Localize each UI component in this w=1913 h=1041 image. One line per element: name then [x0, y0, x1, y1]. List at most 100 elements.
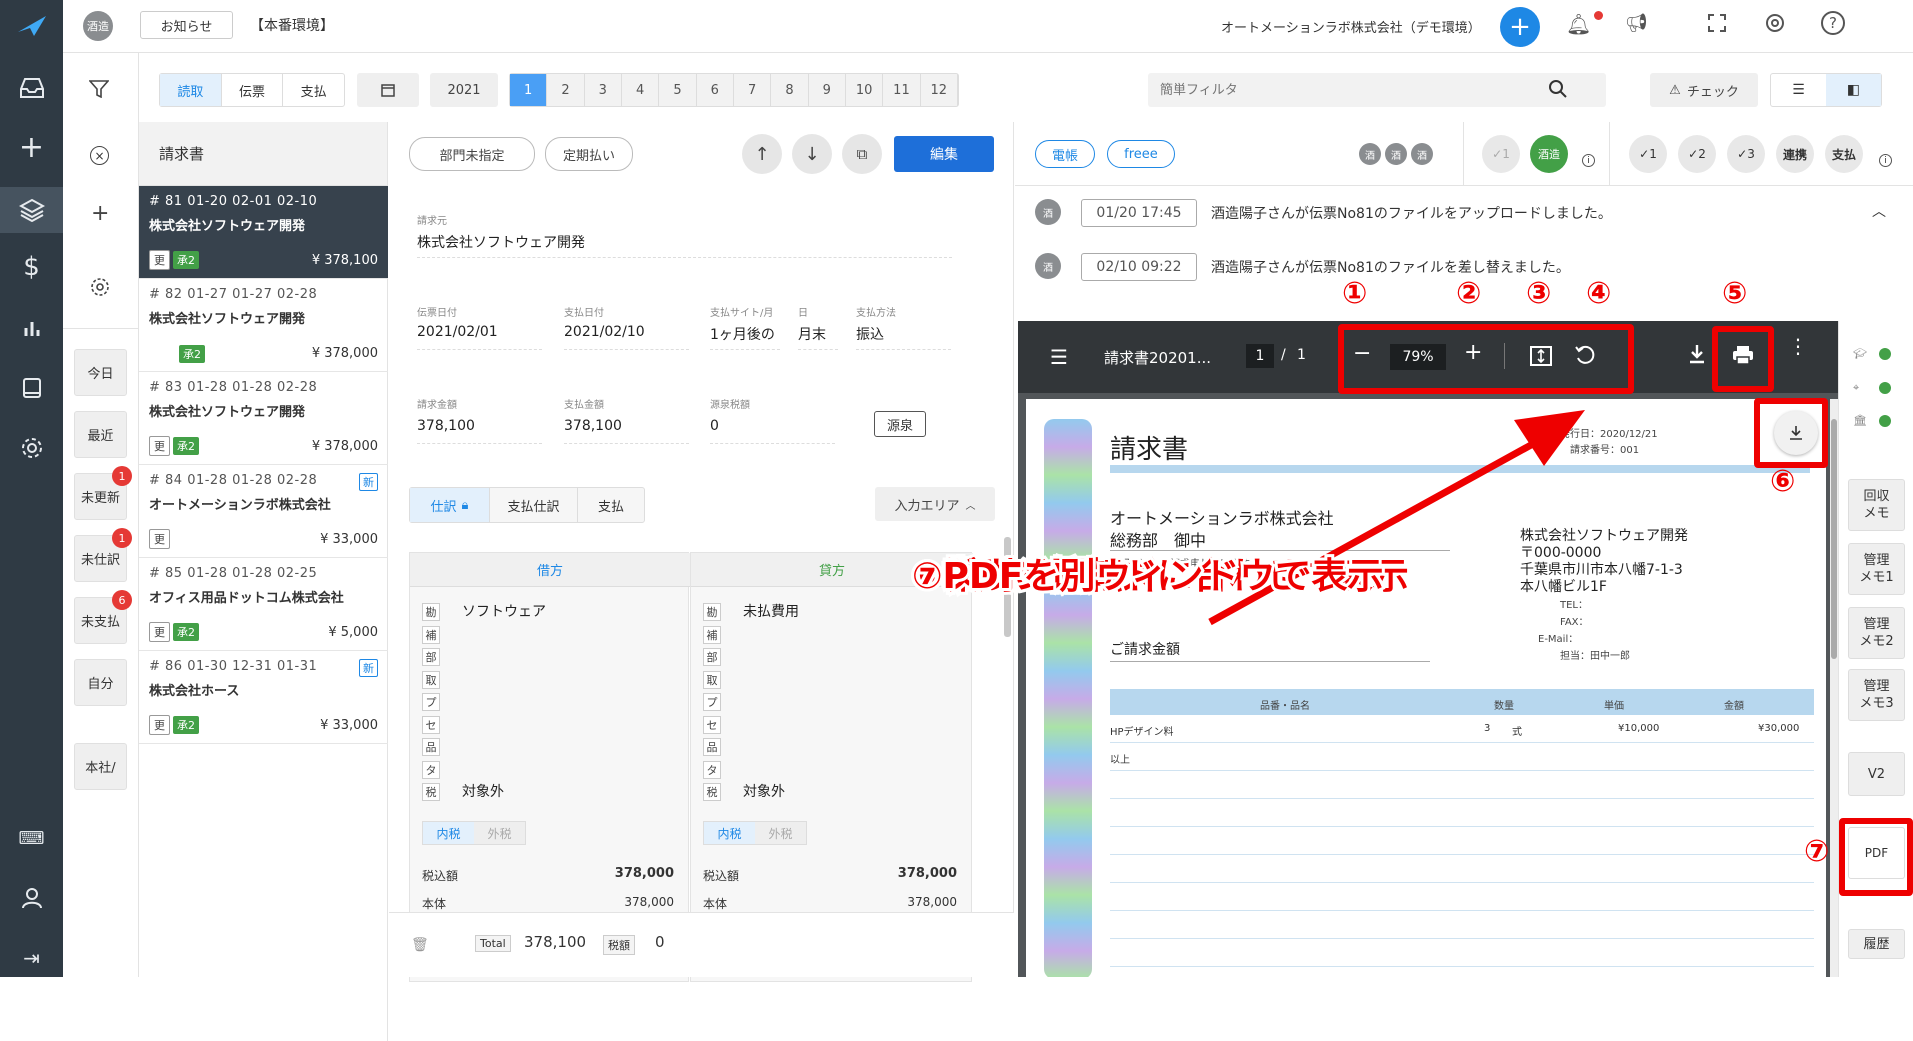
- month-10[interactable]: 10: [846, 74, 884, 106]
- info-icon[interactable]: i: [1879, 154, 1892, 167]
- dollar-icon[interactable]: $: [0, 247, 63, 287]
- tab-journal[interactable]: 仕訳 🔒︎: [410, 488, 490, 522]
- withholding-field[interactable]: 0: [710, 418, 835, 444]
- arrow-up-icon[interactable]: ↑: [742, 134, 782, 174]
- info-icon[interactable]: i: [1582, 154, 1595, 167]
- logo-icon[interactable]: [0, 6, 63, 46]
- tax-in-button[interactable]: 内税: [704, 822, 755, 844]
- dept-button[interactable]: 部門未指定: [409, 137, 535, 171]
- filter-2[interactable]: 未更新 1: [74, 466, 132, 520]
- arrow-down-icon[interactable]: ↓: [792, 134, 832, 174]
- book-icon[interactable]: [0, 368, 63, 408]
- tax-out-button[interactable]: 外税: [474, 822, 525, 844]
- withholding-button[interactable]: 源泉: [874, 411, 926, 437]
- split-view-icon[interactable]: ◧: [1826, 74, 1881, 106]
- billing-from-field[interactable]: 株式会社ソフトウェア開発: [417, 232, 952, 258]
- month-1[interactable]: 1: [510, 74, 548, 106]
- help-ring-icon[interactable]: [1765, 13, 1785, 37]
- avatar[interactable]: 酒造: [83, 11, 113, 41]
- list-item[interactable]: # 83 01-28 01-28 02-28 株式会社ソフトウェア開発更承2 ¥ 3…: [139, 372, 388, 465]
- credit-account[interactable]: 未払費用: [743, 601, 799, 621]
- calendar-icon[interactable]: [357, 73, 419, 107]
- more-icon[interactable]: ⋮: [1788, 336, 1808, 356]
- settings-icon[interactable]: [0, 428, 63, 468]
- add-filter-icon[interactable]: +: [91, 201, 109, 226]
- month-2[interactable]: 2: [547, 74, 585, 106]
- megaphone-icon[interactable]: 📢︎: [1625, 13, 1648, 34]
- month-5[interactable]: 5: [659, 74, 697, 106]
- inbox-icon[interactable]: [0, 68, 63, 108]
- link-button[interactable]: 連携: [1776, 135, 1814, 173]
- menu-icon[interactable]: ☰: [1050, 345, 1068, 369]
- copy-icon[interactable]: ⧉: [842, 134, 882, 174]
- filter-6[interactable]: 本社/: [74, 743, 127, 790]
- create-button[interactable]: +: [1500, 7, 1540, 47]
- pay-method-field[interactable]: 振込: [856, 324, 951, 350]
- list-item[interactable]: # 81 01-20 02-01 02-10 株式会社ソフトウェア開発更承2 ¥ 3…: [139, 186, 388, 279]
- month-3[interactable]: 3: [585, 74, 622, 106]
- input-area-button[interactable]: 入力エリア ︿: [875, 487, 995, 521]
- side-button-2[interactable]: 管理 メモ2: [1848, 607, 1905, 659]
- year-select[interactable]: 2021: [430, 73, 498, 107]
- tab-pay[interactable]: 支払: [578, 488, 644, 522]
- logout-icon[interactable]: ⇥: [0, 938, 63, 978]
- side-button-3[interactable]: 管理 メモ3: [1848, 669, 1905, 721]
- clear-filter-icon[interactable]: ×: [90, 146, 109, 165]
- bell-icon[interactable]: 🔔︎: [1566, 12, 1591, 36]
- side-button-1[interactable]: 管理 メモ1: [1848, 543, 1905, 595]
- e-book-tag[interactable]: 電帳: [1035, 140, 1095, 168]
- tax-in-button[interactable]: 内税: [423, 822, 474, 844]
- chart-icon[interactable]: [0, 308, 63, 348]
- check-step-3[interactable]: ✓ 3: [1727, 135, 1765, 173]
- list-item[interactable]: # 85 01-28 01-28 02-25 オフィス用品ドットコム株式会社更承2…: [139, 558, 388, 651]
- invoice-amount-field[interactable]: 378,100: [417, 418, 542, 444]
- freee-tag[interactable]: freee: [1107, 140, 1175, 168]
- debit-tax-type[interactable]: 対象外: [462, 781, 504, 801]
- list-view-icon[interactable]: ☰: [1771, 74, 1826, 106]
- tax-out-button[interactable]: 外税: [755, 822, 806, 844]
- chevron-up-icon[interactable]: ︿: [1872, 201, 1886, 221]
- trash-icon[interactable]: 🗑︎: [411, 937, 429, 953]
- filter-4[interactable]: 未支払 6: [74, 590, 132, 644]
- pdf-scrollbar[interactable]: [1830, 399, 1838, 977]
- month-11[interactable]: 11: [883, 74, 921, 106]
- fullscreen-icon[interactable]: [1707, 13, 1727, 37]
- day-field[interactable]: 月末: [798, 324, 838, 350]
- filter-3[interactable]: 未仕訳 1: [74, 528, 132, 582]
- notice-button[interactable]: お知らせ: [140, 11, 233, 39]
- edit-button[interactable]: 編集: [894, 136, 994, 172]
- filter-0[interactable]: 今日: [74, 349, 127, 396]
- recurring-button[interactable]: 定期払い: [545, 137, 633, 171]
- filter-5[interactable]: 自分: [74, 659, 127, 706]
- tab-pay-journal[interactable]: 支払仕訳: [490, 488, 578, 522]
- side-button-4[interactable]: V2: [1848, 752, 1905, 796]
- month-8[interactable]: 8: [771, 74, 809, 106]
- step1-done[interactable]: ✓ 1: [1482, 135, 1520, 173]
- voucher-date-field[interactable]: 2021/02/01: [417, 324, 542, 350]
- pay-site-field[interactable]: 1ヶ月後の: [710, 324, 780, 350]
- check-step-2[interactable]: ✓ 2: [1678, 135, 1716, 173]
- list-item[interactable]: # 86 01-30 12-31 01-31 株式会社ホース更承2 ¥ 33,000…: [139, 651, 388, 744]
- user-icon[interactable]: [0, 878, 63, 918]
- side-button-6[interactable]: 履歴: [1848, 929, 1905, 959]
- debit-account[interactable]: ソフトウェア: [462, 601, 546, 621]
- month-4[interactable]: 4: [622, 74, 660, 106]
- list-item[interactable]: # 84 01-28 01-28 02-28 オートメーションラボ株式会社更 ¥ 3…: [139, 465, 388, 558]
- keyboard-icon[interactable]: ⌨: [0, 818, 63, 858]
- pay-button[interactable]: 支払: [1825, 135, 1863, 173]
- funnel-icon[interactable]: [88, 80, 110, 102]
- tab-voucher[interactable]: 伝票: [222, 74, 284, 106]
- check-button[interactable]: ⚠ チェック: [1650, 73, 1758, 107]
- pay-date-field[interactable]: 2021/02/10: [564, 324, 689, 350]
- list-item[interactable]: # 82 01-27 01-27 02-28 株式会社ソフトウェア開発 承2 ¥ 37…: [139, 279, 388, 372]
- check-step-1[interactable]: ✓ 1: [1629, 135, 1667, 173]
- layers-icon[interactable]: [0, 187, 63, 233]
- step1-user[interactable]: 酒造: [1530, 135, 1568, 173]
- side-button-0[interactable]: 回収 メモ: [1848, 479, 1905, 531]
- help-icon[interactable]: ?: [1821, 11, 1845, 35]
- filter-input[interactable]: [1160, 79, 1540, 101]
- filter-settings-icon[interactable]: [90, 277, 110, 301]
- month-9[interactable]: 9: [809, 74, 846, 106]
- tab-read[interactable]: 読取: [160, 74, 222, 106]
- filter-1[interactable]: 最近: [74, 411, 127, 458]
